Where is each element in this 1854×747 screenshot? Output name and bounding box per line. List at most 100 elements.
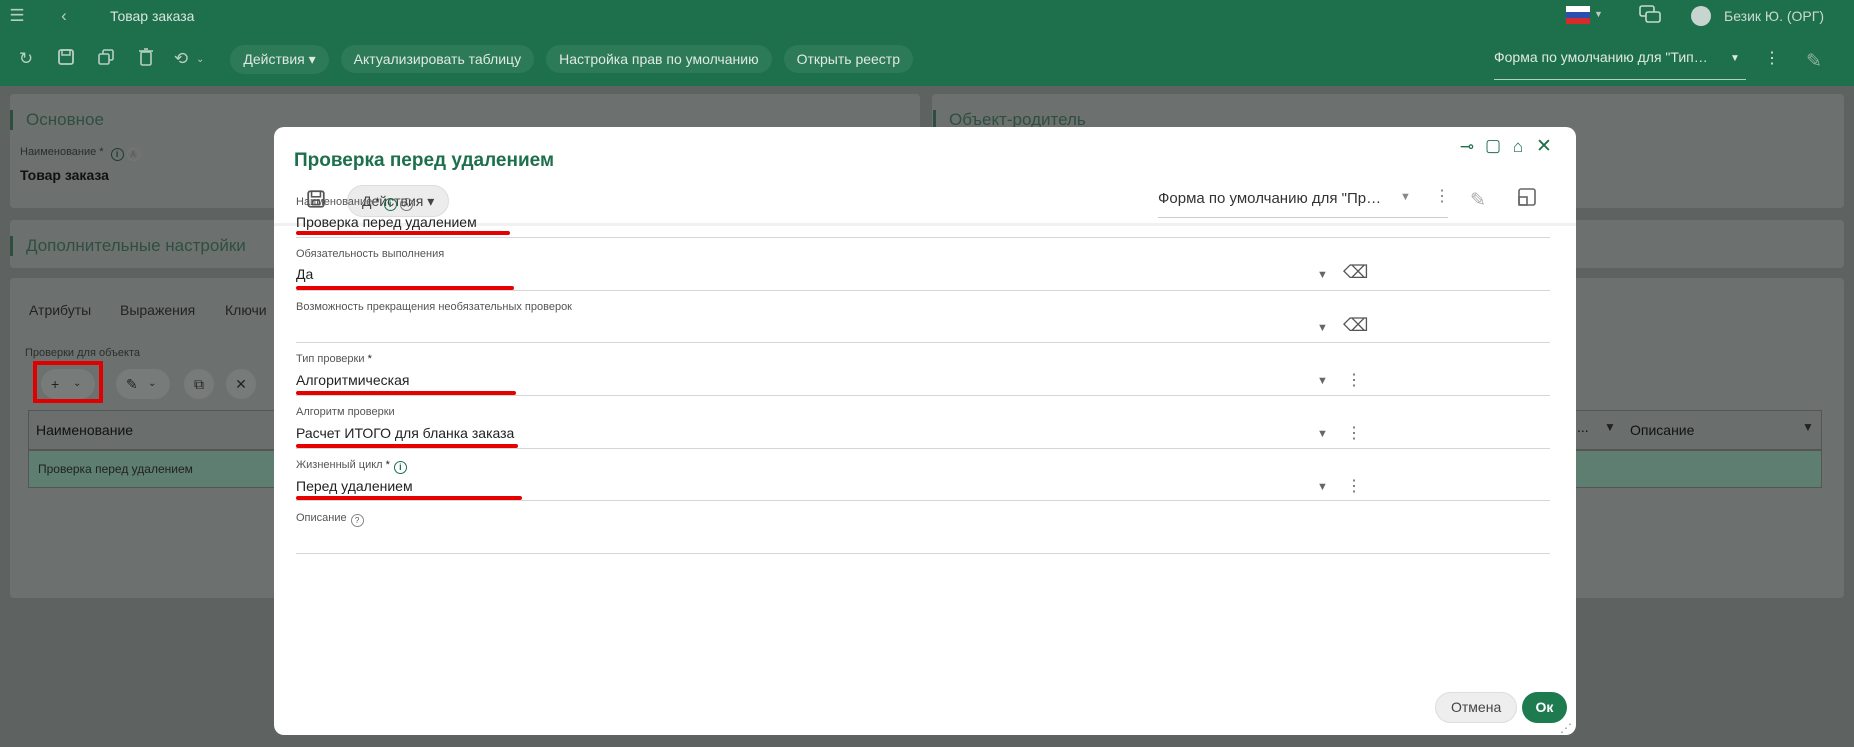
actions-button[interactable]: Действия ▾ xyxy=(230,44,329,74)
save-icon[interactable] xyxy=(46,48,86,71)
remove-button[interactable]: ✕ xyxy=(226,369,256,399)
filter-icon[interactable]: ▼ xyxy=(1604,420,1616,434)
annotation-underline xyxy=(296,496,522,500)
back-icon[interactable]: ‹ xyxy=(34,6,94,26)
annotation-underline xyxy=(296,286,514,290)
required-mark: * xyxy=(375,196,380,208)
default-rights-button[interactable]: Настройка прав по умолчанию xyxy=(546,45,772,73)
lifecycle-field-label-text: Жизненный цикл xyxy=(296,459,383,471)
copy-button[interactable]: ⧉ xyxy=(184,369,214,399)
form-select[interactable]: Форма по умолчанию для "Тип… ▼ xyxy=(1494,44,1746,80)
chevron-down-icon[interactable]: ▼ xyxy=(1317,481,1328,493)
annotation-box xyxy=(33,361,103,403)
clear-icon[interactable]: ⌫ xyxy=(1343,315,1368,336)
col-description[interactable]: Описание xyxy=(1630,422,1694,438)
col-partial[interactable]: ... xyxy=(1577,419,1589,435)
avatar[interactable] xyxy=(1691,6,1711,26)
lifecycle-field[interactable]: Жизненный цикл * i Перед удалением ▼ ⋮ xyxy=(296,459,1550,501)
cancel-button[interactable]: Отмена xyxy=(1435,692,1518,723)
refresh-icon[interactable]: ↻ xyxy=(6,49,46,69)
kebab-icon[interactable]: ⋮ xyxy=(1346,476,1362,496)
check-type-field-value[interactable]: Алгоритмическая xyxy=(296,372,409,388)
chevron-down-icon: ⌄ xyxy=(148,378,157,389)
close-icon[interactable]: ✕ xyxy=(1533,135,1555,158)
description-field-label-text: Описание xyxy=(296,512,347,524)
history-icon[interactable]: ⟲ xyxy=(166,49,196,69)
info-icon[interactable]: i xyxy=(383,198,397,211)
dialog-title: Проверка перед удалением xyxy=(294,150,555,171)
stop-optional-field-label: Возможность прекращения необязательных п… xyxy=(296,301,572,313)
algorithm-field-value[interactable]: Расчет ИТОГО для бланка заказа xyxy=(296,425,514,441)
check-type-field-label-text: Тип проверки xyxy=(296,353,365,365)
obligation-field-value[interactable]: Да xyxy=(296,266,313,282)
name-field-value[interactable]: Проверка перед удалением xyxy=(296,214,477,230)
delete-icon[interactable] xyxy=(126,47,166,71)
tab-keys[interactable]: Ключи xyxy=(225,302,267,318)
name-label: Наименование * iA xyxy=(20,146,140,161)
edit-button[interactable]: ✎ ⌄ xyxy=(116,369,170,399)
check-type-field-label: Тип проверки * xyxy=(296,353,372,365)
name-value: Товар заказа xyxy=(20,167,109,183)
chevron-down-icon: ▼ xyxy=(1730,53,1740,64)
collapse-icon[interactable]: ⌂ xyxy=(1507,137,1529,157)
resize-handle-icon[interactable]: ⋰ xyxy=(1560,721,1572,735)
description-field-label: Описание? xyxy=(296,512,364,527)
actions-label: Действия xyxy=(243,50,305,67)
annotation-underline xyxy=(296,444,518,448)
edit-icon[interactable]: ✎ xyxy=(1806,50,1822,73)
table-cell-name: Проверка перед удалением xyxy=(38,462,193,476)
chevron-down-icon[interactable]: ▼ xyxy=(1317,322,1328,334)
copy-icon[interactable] xyxy=(86,48,126,70)
chevron-down-icon[interactable]: ▼ xyxy=(1594,9,1603,19)
tab-expressions[interactable]: Выражения xyxy=(120,302,195,318)
flag-icon[interactable] xyxy=(1566,6,1590,24)
chat-icon[interactable] xyxy=(1639,5,1661,28)
algorithm-field-label: Алгоритм проверки xyxy=(296,406,395,418)
chevron-down-icon[interactable]: ▼ xyxy=(1317,375,1328,387)
lifecycle-field-label: Жизненный цикл * i xyxy=(296,459,407,474)
stop-optional-field[interactable]: Возможность прекращения необязательных п… xyxy=(296,301,1550,343)
required-mark: * xyxy=(385,459,390,471)
col-name[interactable]: Наименование xyxy=(36,422,133,438)
maximize-icon[interactable]: ▢ xyxy=(1482,136,1504,156)
clear-icon[interactable]: ⌫ xyxy=(1343,262,1368,283)
info-icon[interactable]: i xyxy=(393,461,407,474)
chevron-down-icon[interactable]: ▼ xyxy=(1317,269,1328,281)
user-name[interactable]: Безик Ю. (ОРГ) xyxy=(1724,8,1824,24)
menu-icon[interactable]: ☰ xyxy=(0,6,34,26)
main-section-title: Основное xyxy=(10,110,104,130)
obligation-field-label: Обязательность выполнения xyxy=(296,248,445,260)
extra-section-title: Дополнительные настройки xyxy=(10,236,246,256)
check-dialog: Проверка перед удалением ⊸ ▢ ⌂ ✕ Действи… xyxy=(274,127,1576,735)
kebab-icon[interactable]: ⋮ xyxy=(1764,48,1780,68)
tab-attributes[interactable]: Атрибуты xyxy=(29,302,91,318)
name-field[interactable]: Наименование * i A Проверка перед удаление… xyxy=(296,196,1550,238)
checks-label: Проверки для объекта xyxy=(25,347,140,359)
annotation-underline xyxy=(296,231,510,235)
open-registry-button[interactable]: Открыть реестр xyxy=(783,45,914,73)
check-type-field[interactable]: Тип проверки * Алгоритмическая ▼ ⋮ xyxy=(296,353,1550,396)
window-title: Товар заказа xyxy=(110,8,195,24)
auto-icon[interactable]: A xyxy=(399,198,413,211)
pin-icon[interactable]: ⊸ xyxy=(1456,137,1478,157)
description-field[interactable]: Описание? xyxy=(296,512,1550,554)
chevron-down-icon[interactable]: ▼ xyxy=(1317,428,1328,440)
kebab-icon[interactable]: ⋮ xyxy=(1346,370,1362,390)
lifecycle-field-value[interactable]: Перед удалением xyxy=(296,478,413,494)
form-select-value: Форма по умолчанию для "Тип… xyxy=(1494,49,1708,65)
obligation-field[interactable]: Обязательность выполнения Да ▼ ⌫ xyxy=(296,248,1550,291)
refresh-table-button[interactable]: Актуализировать таблицу xyxy=(340,45,535,73)
chevron-down-icon[interactable]: ⌄ xyxy=(196,54,204,65)
kebab-icon[interactable]: ⋮ xyxy=(1346,423,1362,443)
auto-icon: A xyxy=(126,148,140,161)
required-mark: * xyxy=(367,353,372,365)
name-field-label: Наименование * i A xyxy=(296,196,413,211)
name-label-text: Наименование * xyxy=(20,146,104,158)
algorithm-field[interactable]: Алгоритм проверки Расчет ИТОГО для бланк… xyxy=(296,406,1550,449)
top-bar: ☰ ‹ Товар заказа ▼ Безик Ю. (ОРГ) xyxy=(0,0,1854,32)
filter-icon[interactable]: ▼ xyxy=(1802,420,1814,434)
ok-button[interactable]: Ок xyxy=(1522,692,1567,723)
name-field-label-text: Наименование xyxy=(296,196,373,208)
help-icon[interactable]: ? xyxy=(350,514,364,527)
info-icon: i xyxy=(110,148,124,161)
